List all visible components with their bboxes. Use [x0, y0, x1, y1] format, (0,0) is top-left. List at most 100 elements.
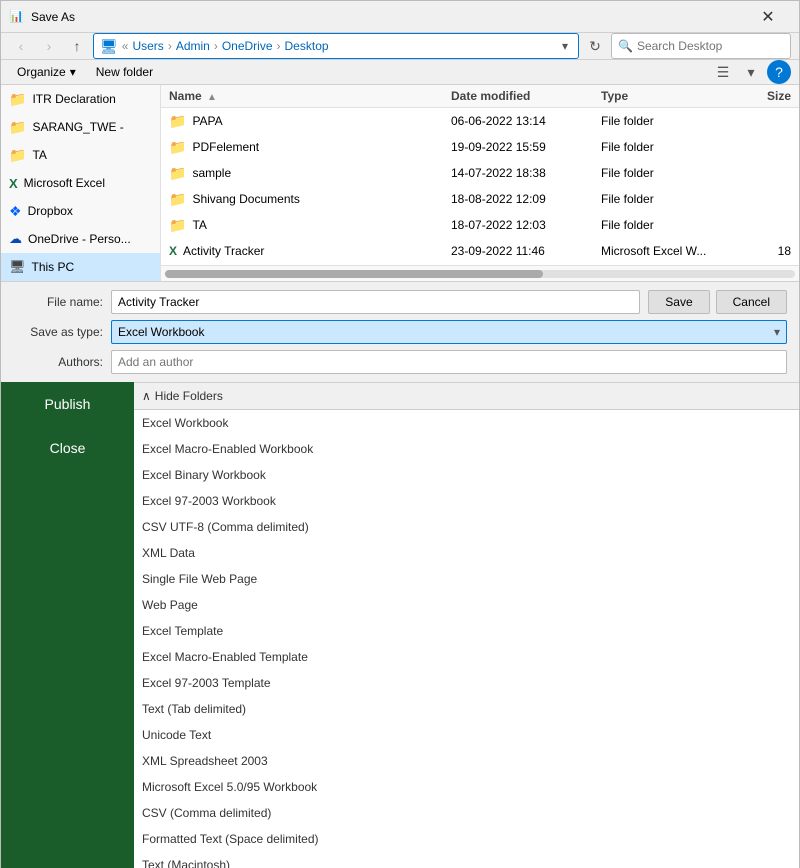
folder-icon: 📁	[169, 113, 186, 130]
col-date-header[interactable]: Date modified	[451, 89, 601, 103]
dropdown-item-formatted-text[interactable]: Formatted Text (Space delimited)	[134, 826, 799, 852]
sidebar-item-microsoft-excel[interactable]: X Microsoft Excel	[1, 169, 160, 197]
view-menu-button[interactable]: ☰	[711, 60, 735, 84]
file-list: 📁PAPA 06-06-2022 13:14 File folder 📁PDFe…	[161, 108, 799, 265]
dropdown-item-xml-spreadsheet[interactable]: XML Spreadsheet 2003	[134, 748, 799, 774]
search-input[interactable]	[637, 39, 784, 53]
address-bar[interactable]: 🖥 « Users › Admin › OneDrive › Desktop ▾	[93, 33, 579, 59]
folder-icon: 📁	[169, 217, 186, 234]
address-users[interactable]: Users	[132, 39, 163, 53]
dropbox-icon: ❖	[9, 203, 22, 220]
back-button[interactable]: ‹	[9, 34, 33, 58]
file-row[interactable]: 📁PAPA 06-06-2022 13:14 File folder	[161, 108, 799, 134]
dropdown-item-excel-template[interactable]: Excel Template	[134, 618, 799, 644]
file-row[interactable]: 📁PDFelement 19-09-2022 15:59 File folder	[161, 134, 799, 160]
sidebar-item-this-pc[interactable]: 🖥 This PC	[1, 253, 160, 281]
sidebar-label: TA	[32, 148, 46, 162]
hide-folders-arrow: ∧	[142, 389, 151, 403]
folder-icon: 📁	[169, 165, 186, 182]
dropdown-item-excel-macro-workbook[interactable]: Excel Macro-Enabled Workbook	[134, 436, 799, 462]
folder-icon: 📁	[169, 139, 186, 156]
view-dropdown-button[interactable]: ▾	[739, 60, 763, 84]
save-button[interactable]: Save	[648, 290, 709, 314]
dropdown-item-excel-macro-template[interactable]: Excel Macro-Enabled Template	[134, 644, 799, 670]
sidebar-label: OneDrive - Perso...	[28, 232, 131, 246]
sidebar-label: ITR Declaration	[32, 92, 115, 106]
title-bar: 📊 Save As ✕	[1, 1, 799, 33]
nav-item-publish[interactable]: Publish	[1, 382, 134, 426]
close-button[interactable]: ✕	[745, 1, 791, 33]
file-row[interactable]: 📁Shivang Documents 18-08-2022 12:09 File…	[161, 186, 799, 212]
sort-arrow: ▲	[207, 92, 217, 103]
excel-icon: X	[169, 244, 177, 258]
sidebar-item-sarang[interactable]: 📁 SARANG_TWE -	[1, 113, 160, 141]
sidebar-item-ta[interactable]: 📁 TA	[1, 141, 160, 169]
horizontal-scrollbar[interactable]	[161, 265, 799, 281]
folder-icon: 📁	[9, 147, 26, 164]
address-desktop[interactable]: Desktop	[285, 39, 329, 53]
col-type-header[interactable]: Type	[601, 89, 741, 103]
organize-label: Organize	[17, 65, 66, 79]
cancel-button[interactable]: Cancel	[716, 290, 787, 314]
dropdown-item-single-file-web[interactable]: Single File Web Page	[134, 566, 799, 592]
dropdown-item-excel-workbook[interactable]: Excel Workbook	[134, 410, 799, 436]
dropdown-item-excel-97-2003[interactable]: Excel 97-2003 Workbook	[134, 488, 799, 514]
new-folder-button[interactable]: New folder	[88, 60, 161, 84]
col-name-header[interactable]: Name ▲	[169, 89, 451, 103]
dropdown-item-excel-97-2003-template[interactable]: Excel 97-2003 Template	[134, 670, 799, 696]
saveastype-value: Excel Workbook	[118, 325, 204, 339]
dropdown-item-csv-comma[interactable]: CSV (Comma delimited)	[134, 800, 799, 826]
file-row[interactable]: 📁TA 18-07-2022 12:03 File folder	[161, 212, 799, 238]
dropdown-item-web-page[interactable]: Web Page	[134, 592, 799, 618]
address-onedrive[interactable]: OneDrive	[222, 39, 273, 53]
address-dropdown-arrow[interactable]: ▾	[558, 37, 572, 55]
sidebar-item-itr-declaration[interactable]: 📁 ITR Declaration	[1, 85, 160, 113]
search-box[interactable]: 🔍	[611, 33, 791, 59]
sidebar-label: This PC	[32, 260, 75, 274]
dropdown-item-csv-utf8[interactable]: CSV UTF-8 (Comma delimited)	[134, 514, 799, 540]
folder-icon: 📁	[9, 119, 26, 136]
file-area: Name ▲ Date modified Type Size 📁PAPA 06-…	[161, 85, 799, 281]
dropdown-item-text-mac[interactable]: Text (Macintosh)	[134, 852, 799, 868]
toolbar: Organize ▾ New folder ☰ ▾ ?	[1, 60, 799, 85]
form-area: File name: Save Cancel Save as type: Exc…	[1, 281, 799, 382]
sidebar-label: Microsoft Excel	[24, 176, 105, 190]
forward-button[interactable]: ›	[37, 34, 61, 58]
folder-icon: 📁	[169, 191, 186, 208]
help-button[interactable]: ?	[767, 60, 791, 84]
address-admin[interactable]: Admin	[176, 39, 210, 53]
folder-icon: 📁	[9, 91, 26, 108]
dropdown-item-text-tab[interactable]: Text (Tab delimited)	[134, 696, 799, 722]
authors-label: Authors:	[13, 355, 103, 369]
saveastype-row: Save as type: Excel Workbook ▾	[13, 320, 787, 344]
lower-area: File name: Save Cancel Save as type: Exc…	[1, 281, 799, 868]
onedrive-icon: ☁	[9, 231, 22, 247]
file-row[interactable]: 📁sample 14-07-2022 18:38 File folder	[161, 160, 799, 186]
dropdown-item-ms-excel-50[interactable]: Microsoft Excel 5.0/95 Workbook	[134, 774, 799, 800]
file-list-header: Name ▲ Date modified Type Size	[161, 85, 799, 108]
main-layout: 📁 ITR Declaration 📁 SARANG_TWE - 📁 TA X …	[1, 85, 799, 281]
file-row[interactable]: XActivity Tracker 23-09-2022 11:46 Micro…	[161, 238, 799, 264]
excel-icon: X	[9, 176, 18, 191]
organize-button[interactable]: Organize ▾	[9, 60, 84, 84]
authors-row: Authors:	[13, 350, 787, 374]
sidebar-item-onedrive[interactable]: ☁ OneDrive - Perso...	[1, 225, 160, 253]
authors-input[interactable]	[111, 350, 787, 374]
scrollbar-thumb[interactable]	[165, 270, 543, 278]
dropdown-item-xml-data[interactable]: XML Data	[134, 540, 799, 566]
nav-item-close[interactable]: Close	[1, 426, 134, 470]
organize-arrow: ▾	[70, 65, 76, 79]
saveastype-dropdown[interactable]: Excel Workbook ▾	[111, 320, 787, 344]
dropdown-item-excel-binary-workbook[interactable]: Excel Binary Workbook	[134, 462, 799, 488]
sidebar-label: Dropbox	[28, 204, 73, 218]
up-button[interactable]: ↑	[65, 34, 89, 58]
refresh-button[interactable]: ↻	[583, 33, 607, 59]
sidebar-item-dropbox[interactable]: ❖ Dropbox	[1, 197, 160, 225]
filename-input[interactable]	[111, 290, 640, 314]
bottom-section: Publish Close Account Feedback	[1, 382, 799, 868]
nav-bar: ‹ › ↑ 🖥 « Users › Admin › OneDrive › Des…	[1, 33, 799, 60]
hide-folders-button[interactable]: ∧ Hide Folders	[134, 382, 799, 409]
dropdown-item-unicode-text[interactable]: Unicode Text	[134, 722, 799, 748]
scrollbar-track[interactable]	[165, 270, 795, 278]
col-size-header[interactable]: Size	[741, 89, 791, 103]
